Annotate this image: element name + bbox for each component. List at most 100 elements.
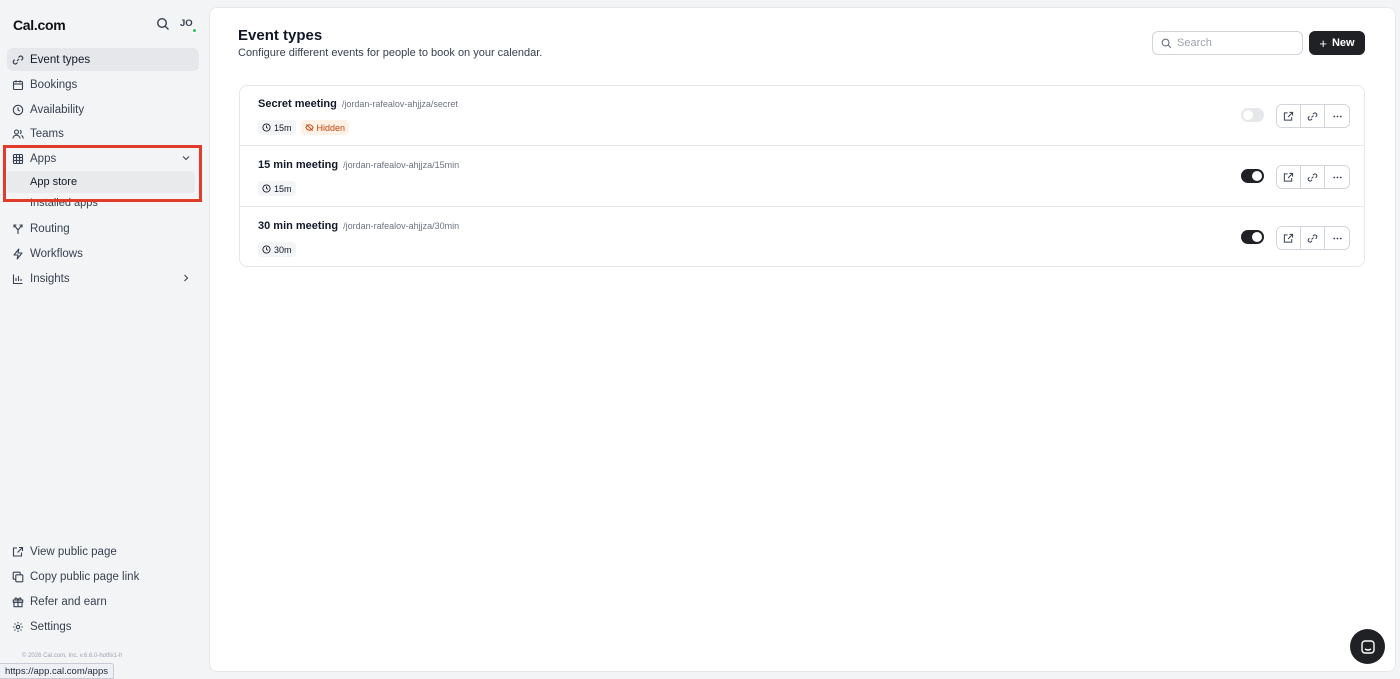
toggle-knob: [1243, 110, 1253, 120]
sidebar-item-label: Workflows: [30, 247, 83, 260]
event-types-list: Secret meeting/jordan-rafealov-ahjjza/se…: [239, 85, 1365, 267]
clock-icon: [262, 184, 271, 193]
hidden-badge: Hidden: [300, 120, 350, 135]
plus-icon: +: [1319, 35, 1327, 51]
sidebar-item-routing[interactable]: Routing: [7, 217, 199, 240]
more-options-button[interactable]: [1325, 166, 1349, 188]
gift-icon: [12, 596, 24, 608]
link-icon: [1307, 172, 1318, 182]
external-link-icon: [1283, 111, 1294, 121]
event-enabled-toggle[interactable]: [1241, 169, 1264, 183]
search-placeholder: Search: [1177, 37, 1212, 49]
duration-badge: 15m: [258, 120, 296, 135]
sidebar-item-view-public-page[interactable]: View public page: [7, 540, 199, 563]
gear-icon: [12, 621, 24, 633]
sidebar-item-label: View public page: [30, 545, 117, 558]
sidebar-item-refer-and-earn[interactable]: Refer and earn: [7, 590, 199, 613]
more-options-button[interactable]: [1325, 105, 1349, 127]
event-enabled-toggle[interactable]: [1241, 108, 1264, 122]
sidebar: Cal.com JO Event types Bookings Availabi…: [0, 0, 208, 679]
search-icon: [1161, 38, 1172, 48]
duration-text: 15m: [274, 122, 292, 133]
sidebar-item-workflows[interactable]: Workflows: [7, 242, 199, 265]
event-enabled-toggle[interactable]: [1241, 230, 1264, 244]
users-icon: [12, 128, 24, 140]
avatar[interactable]: JO: [180, 18, 193, 29]
event-slug: /jordan-rafealov-ahjjza/15min: [343, 160, 460, 170]
sidebar-item-label: Insights: [30, 272, 70, 285]
new-button-label: New: [1331, 37, 1355, 49]
chat-icon: [1360, 639, 1375, 654]
brand-logo[interactable]: Cal.com: [13, 17, 66, 33]
sidebar-item-copy-public-page-link[interactable]: Copy public page link: [7, 565, 199, 588]
more-horizontal-icon: [1332, 115, 1342, 117]
chevron-right-icon: [184, 274, 189, 282]
sidebar-item-label: Settings: [30, 620, 72, 633]
sidebar-item-label: Bookings: [30, 78, 78, 91]
event-title-text: 30 min meeting: [258, 220, 339, 232]
event-slug: /jordan-rafealov-ahjjza/30min: [343, 221, 460, 231]
online-status-dot: [192, 28, 197, 33]
main-panel: Event types Configure different events f…: [209, 7, 1396, 672]
link-icon: [12, 54, 24, 66]
event-type-row[interactable]: 30 min meeting/jordan-rafealov-ahjjza/30…: [240, 208, 1364, 266]
more-options-button[interactable]: [1325, 227, 1349, 249]
toggle-knob: [1252, 232, 1262, 242]
event-actions: [1276, 165, 1350, 189]
sidebar-item-teams[interactable]: Teams: [7, 122, 199, 145]
sidebar-item-label: Event types: [30, 53, 91, 66]
highlight-annotation: [3, 145, 202, 202]
event-title[interactable]: Secret meeting/jordan-rafealov-ahjjza/se…: [258, 98, 458, 110]
event-title-text: Secret meeting: [258, 98, 337, 110]
sidebar-item-label: Routing: [30, 222, 70, 235]
event-title-text: 15 min meeting: [258, 159, 339, 171]
calendar-icon: [12, 79, 24, 91]
event-badges: 15m: [258, 181, 296, 196]
hidden-text: Hidden: [316, 122, 346, 133]
external-link-icon: [1283, 172, 1294, 182]
preview-button[interactable]: [1277, 166, 1301, 188]
sidebar-item-label: Teams: [30, 127, 64, 140]
copy-link-button[interactable]: [1301, 166, 1325, 188]
clock-icon: [262, 123, 271, 132]
sidebar-item-insights[interactable]: Insights: [7, 267, 199, 290]
new-event-type-button[interactable]: + New: [1309, 31, 1365, 55]
external-link-icon: [12, 546, 24, 558]
event-slug: /jordan-rafealov-ahjjza/secret: [341, 99, 458, 109]
event-badges: 30m: [258, 242, 296, 257]
search-icon[interactable]: [156, 17, 170, 31]
eye-off-icon: [304, 124, 314, 131]
page-subtitle: Configure different events for people to…: [238, 47, 543, 59]
sidebar-item-availability[interactable]: Availability: [7, 98, 199, 121]
duration-text: 30m: [274, 244, 292, 255]
sidebar-item-bookings[interactable]: Bookings: [7, 73, 199, 96]
search-input[interactable]: Search: [1152, 31, 1303, 55]
copy-icon: [12, 571, 24, 583]
toggle-knob: [1252, 171, 1262, 181]
more-horizontal-icon: [1332, 176, 1342, 178]
sidebar-item-label: Refer and earn: [30, 595, 107, 608]
more-horizontal-icon: [1332, 237, 1342, 239]
support-chat-button[interactable]: [1350, 629, 1385, 664]
preview-button[interactable]: [1277, 105, 1301, 127]
event-title[interactable]: 15 min meeting/jordan-rafealov-ahjjza/15…: [258, 159, 459, 171]
clock-icon: [262, 245, 271, 254]
link-icon: [1307, 111, 1318, 121]
link-icon: [1307, 233, 1318, 243]
event-type-row[interactable]: 15 min meeting/jordan-rafealov-ahjjza/15…: [240, 147, 1364, 207]
external-link-icon: [1283, 233, 1294, 243]
split-icon: [12, 223, 24, 235]
sidebar-item-event-types[interactable]: Event types: [7, 48, 199, 71]
event-badges: 15m Hidden: [258, 120, 350, 135]
preview-button[interactable]: [1277, 227, 1301, 249]
sidebar-item-label: Availability: [30, 103, 85, 116]
clock-icon: [12, 104, 24, 116]
duration-badge: 15m: [258, 181, 296, 196]
event-type-row[interactable]: Secret meeting/jordan-rafealov-ahjjza/se…: [240, 86, 1364, 146]
copy-link-button[interactable]: [1301, 105, 1325, 127]
sidebar-item-settings[interactable]: Settings: [7, 615, 199, 638]
copyright-text: © 2026 Cal.com, Inc. v.6.6.0-hotfix1-h: [22, 653, 123, 659]
event-title[interactable]: 30 min meeting/jordan-rafealov-ahjjza/30…: [258, 220, 459, 232]
bar-chart-icon: [12, 273, 24, 285]
copy-link-button[interactable]: [1301, 227, 1325, 249]
